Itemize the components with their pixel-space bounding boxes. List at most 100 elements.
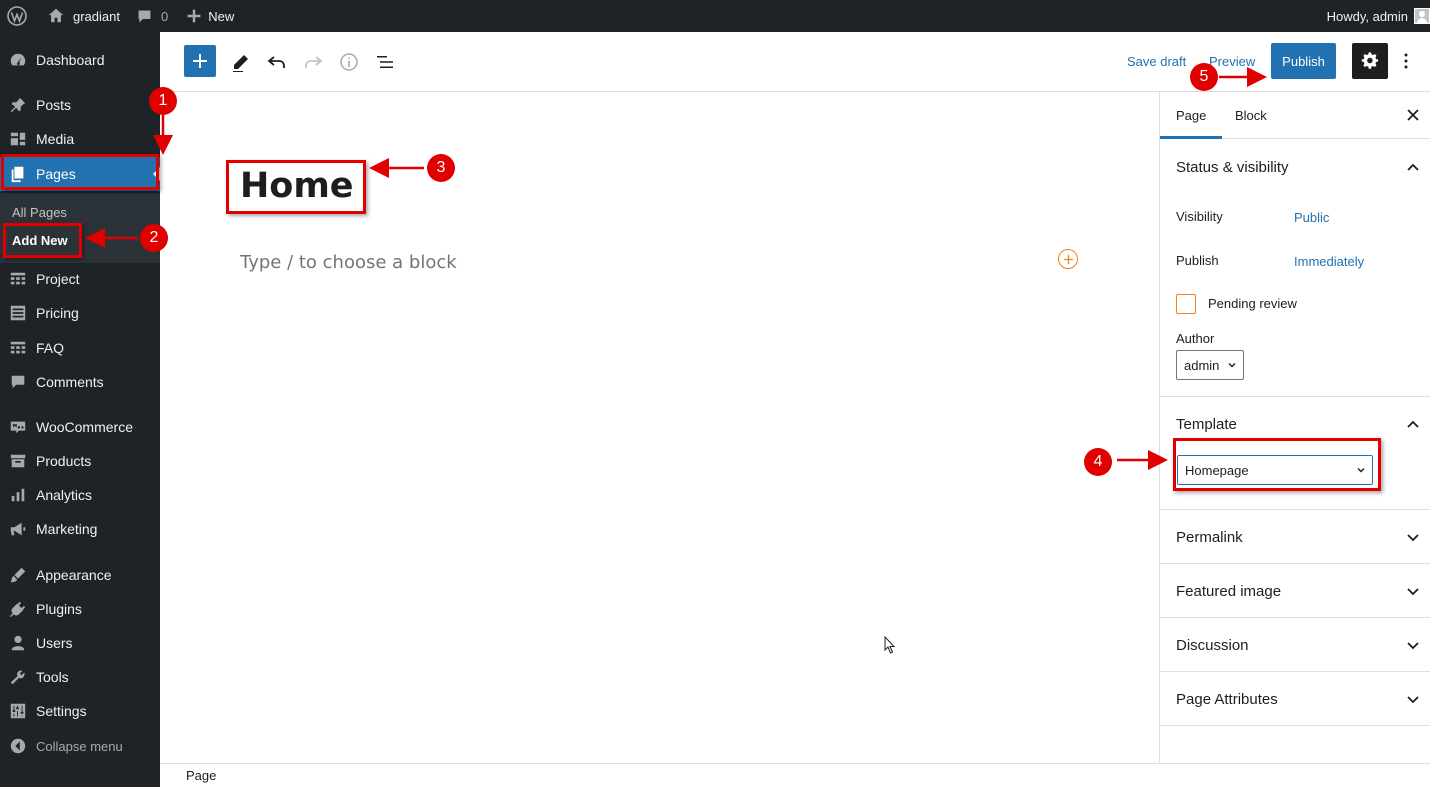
annotation-box-template — [1173, 438, 1381, 491]
sidebar-item-posts[interactable]: Posts — [0, 88, 160, 122]
inline-add-block-button[interactable] — [1058, 249, 1078, 269]
sidebar-item-tools[interactable]: Tools — [0, 660, 160, 694]
plus-icon — [193, 54, 207, 68]
wordpress-logo-icon — [7, 6, 27, 26]
sidebar-label: Posts — [36, 97, 72, 113]
publish-label: Publish — [1176, 253, 1219, 268]
comment-icon — [8, 372, 28, 392]
save-draft-button[interactable]: Save draft — [1127, 54, 1186, 69]
panel-page-attributes-toggle[interactable]: Page Attributes — [1160, 672, 1430, 726]
tab-block[interactable]: Block — [1219, 92, 1283, 139]
chevron-down-icon — [1407, 642, 1419, 650]
chevron-down-icon — [1228, 363, 1236, 368]
close-icon — [1407, 109, 1419, 121]
details-button[interactable] — [331, 44, 367, 80]
chevron-down-icon — [1407, 534, 1419, 542]
publish-button[interactable]: Publish — [1271, 43, 1336, 79]
sidebar-label: Settings — [36, 703, 87, 719]
chevron-up-icon — [1407, 163, 1419, 171]
editor-footer: Page — [160, 763, 1430, 787]
info-icon — [340, 53, 358, 71]
sidebar-item-comments[interactable]: Comments — [0, 365, 160, 399]
wordpress-logo-button[interactable] — [0, 0, 35, 32]
site-name-link[interactable]: gradiant — [35, 0, 128, 32]
comment-bubble-icon — [138, 10, 151, 22]
sidebar-label: Project — [36, 271, 80, 287]
new-content-link[interactable]: New — [176, 0, 242, 32]
annotation-box-title — [226, 160, 366, 214]
more-options-button[interactable] — [1396, 47, 1416, 75]
sidebar-item-woocommerce[interactable]: WooCommerce — [0, 410, 160, 444]
annotation-number: 4 — [1084, 448, 1112, 476]
chevron-down-icon — [1407, 696, 1419, 704]
sidebar-item-marketing[interactable]: Marketing — [0, 512, 160, 546]
annotation-box-pages — [1, 154, 159, 190]
comments-link[interactable]: 0 — [128, 0, 176, 32]
sidebar-item-settings[interactable]: Settings — [0, 694, 160, 728]
sidebar-label: Users — [36, 635, 73, 651]
panel-status-visibility-toggle[interactable]: Status & visibility — [1160, 140, 1430, 194]
pencil-icon — [233, 55, 248, 72]
pending-review-checkbox[interactable] — [1176, 294, 1196, 314]
block-breadcrumb[interactable]: Page — [186, 768, 216, 783]
settings-sidebar: Page Block Status & visibility Visibilit… — [1159, 92, 1430, 763]
panel-discussion-toggle[interactable]: Discussion — [1160, 618, 1430, 672]
sidebar-label: WooCommerce — [36, 419, 133, 435]
visibility-value-link[interactable]: Public — [1294, 210, 1329, 225]
sidebar-label: Plugins — [36, 601, 82, 617]
annotation-number: 1 — [149, 87, 177, 115]
panel-title: Status & visibility — [1176, 158, 1289, 176]
sidebar-item-project[interactable]: Project — [0, 262, 160, 296]
sidebar-item-pricing[interactable]: Pricing — [0, 296, 160, 330]
panel-title: Permalink — [1176, 528, 1243, 546]
sidebar-item-media[interactable]: Media — [0, 122, 160, 156]
publish-date-link[interactable]: Immediately — [1294, 254, 1364, 269]
tab-page[interactable]: Page — [1160, 92, 1222, 139]
sliders-icon — [8, 701, 28, 721]
annotation-box-add-new — [3, 223, 82, 258]
sidebar-item-users[interactable]: Users — [0, 626, 160, 660]
sidebar-label: Products — [36, 453, 92, 469]
settings-toggle-button[interactable] — [1352, 43, 1388, 79]
block-placeholder[interactable]: Type / to choose a block — [240, 252, 457, 273]
tools-edit-button[interactable] — [223, 44, 259, 80]
admin-bar: gradiant 0 New Howdy, admin — [0, 0, 1430, 32]
woo-icon — [8, 417, 28, 437]
sidebar-item-faq[interactable]: FAQ — [0, 331, 160, 365]
collapse-arrow-icon — [8, 736, 28, 756]
submenu-all-pages[interactable]: All Pages — [12, 205, 67, 220]
sidebar-label: Comments — [36, 374, 104, 390]
sidebar-item-plugins[interactable]: Plugins — [0, 592, 160, 626]
panel-permalink-toggle[interactable]: Permalink — [1160, 510, 1430, 564]
mouse-cursor-icon — [884, 636, 896, 654]
howdy-greeting: Howdy, admin — [1326, 8, 1408, 24]
redo-button[interactable] — [295, 44, 331, 80]
gear-icon — [1361, 52, 1379, 69]
sidebar-item-analytics[interactable]: Analytics — [0, 478, 160, 512]
author-select[interactable]: admin — [1176, 350, 1244, 380]
list-view-icon — [377, 56, 393, 68]
user-icon — [8, 633, 28, 653]
sidebar-label: Analytics — [36, 487, 93, 503]
annotation-number: 5 — [1190, 63, 1218, 91]
chevron-up-icon — [1407, 420, 1419, 428]
undo-button[interactable] — [259, 44, 295, 80]
close-settings-button[interactable] — [1404, 106, 1422, 124]
sidebar-item-appearance[interactable]: Appearance — [0, 558, 160, 592]
panel-featured-image-toggle[interactable]: Featured image — [1160, 564, 1430, 618]
settings-tabs: Page Block — [1160, 92, 1430, 139]
my-account[interactable]: Howdy, admin — [1327, 8, 1430, 24]
preview-button[interactable]: Preview — [1209, 54, 1255, 69]
annotation-number: 3 — [427, 154, 455, 182]
add-block-button[interactable] — [184, 45, 216, 77]
sidebar-label: Marketing — [36, 521, 98, 537]
chevron-down-icon — [1407, 588, 1419, 596]
media-icon — [8, 129, 28, 149]
visibility-label: Visibility — [1176, 209, 1223, 224]
list-view-button[interactable] — [367, 44, 403, 80]
collapse-menu-button[interactable]: Collapse menu — [0, 729, 160, 763]
sidebar-item-dashboard[interactable]: Dashboard — [0, 43, 160, 77]
redo-icon — [305, 56, 323, 68]
sidebar-item-products[interactable]: Products — [0, 444, 160, 478]
sidebar-label: Dashboard — [36, 52, 105, 68]
